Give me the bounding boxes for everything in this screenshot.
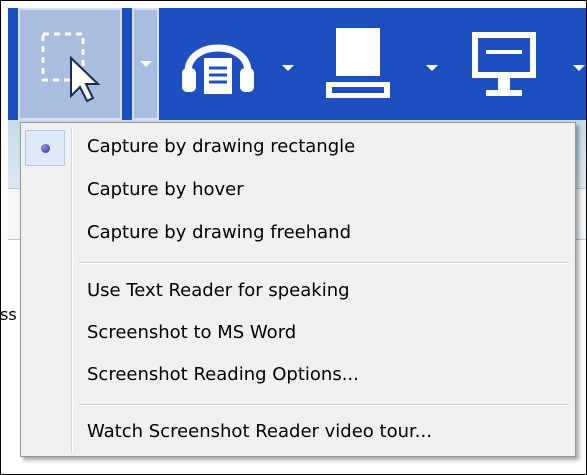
menu-item-capture-hover[interactable]: Capture by hover xyxy=(21,173,575,209)
chevron-down-icon xyxy=(139,61,152,67)
audio-dropdown-arrow[interactable] xyxy=(282,65,294,71)
rectangle-selection-cursor-icon xyxy=(41,32,101,103)
radio-check-box xyxy=(25,130,65,166)
menu-item-label: Use Text Reader for speaking xyxy=(87,280,350,301)
menu-item-reading-options[interactable]: Screenshot Reading Options... xyxy=(21,358,575,394)
scanner-button[interactable] xyxy=(308,8,408,120)
menu-item-screenshot-word[interactable]: Screenshot to MS Word xyxy=(21,316,575,352)
scanner-icon xyxy=(326,28,390,98)
menu-item-label: Capture by drawing rectangle xyxy=(87,136,356,157)
menu-separator xyxy=(79,262,569,264)
capture-mode-menu: Capture by drawing rectangle Capture by … xyxy=(20,122,576,457)
menu-item-label: Screenshot to MS Word xyxy=(87,322,297,343)
headphones-document-icon xyxy=(182,44,254,94)
screen-button[interactable] xyxy=(454,8,554,120)
menu-item-capture-freehand[interactable]: Capture by drawing freehand xyxy=(21,216,575,252)
scanner-dropdown-arrow[interactable] xyxy=(426,65,438,71)
menu-item-label: Screenshot Reading Options... xyxy=(87,364,359,385)
screenshot-reader-toolbar xyxy=(8,8,587,120)
menu-item-label: Watch Screenshot Reader video tour... xyxy=(87,421,432,442)
menu-item-text-reader[interactable]: Use Text Reader for speaking xyxy=(21,274,575,310)
screen-dropdown-arrow[interactable] xyxy=(573,65,585,71)
background-clipped-text: ss xyxy=(0,305,17,324)
menu-item-label: Capture by hover xyxy=(87,179,244,200)
monitor-icon xyxy=(472,32,536,96)
capture-mode-button[interactable] xyxy=(18,8,122,120)
audio-button[interactable] xyxy=(168,8,268,120)
capture-mode-dropdown-arrow[interactable] xyxy=(132,8,159,120)
menu-item-label: Capture by drawing freehand xyxy=(87,222,351,243)
menu-separator xyxy=(79,404,569,406)
radio-selected-icon xyxy=(41,144,50,153)
menu-item-capture-rectangle[interactable]: Capture by drawing rectangle xyxy=(21,130,575,166)
menu-item-video-tour[interactable]: Watch Screenshot Reader video tour... xyxy=(21,415,575,451)
